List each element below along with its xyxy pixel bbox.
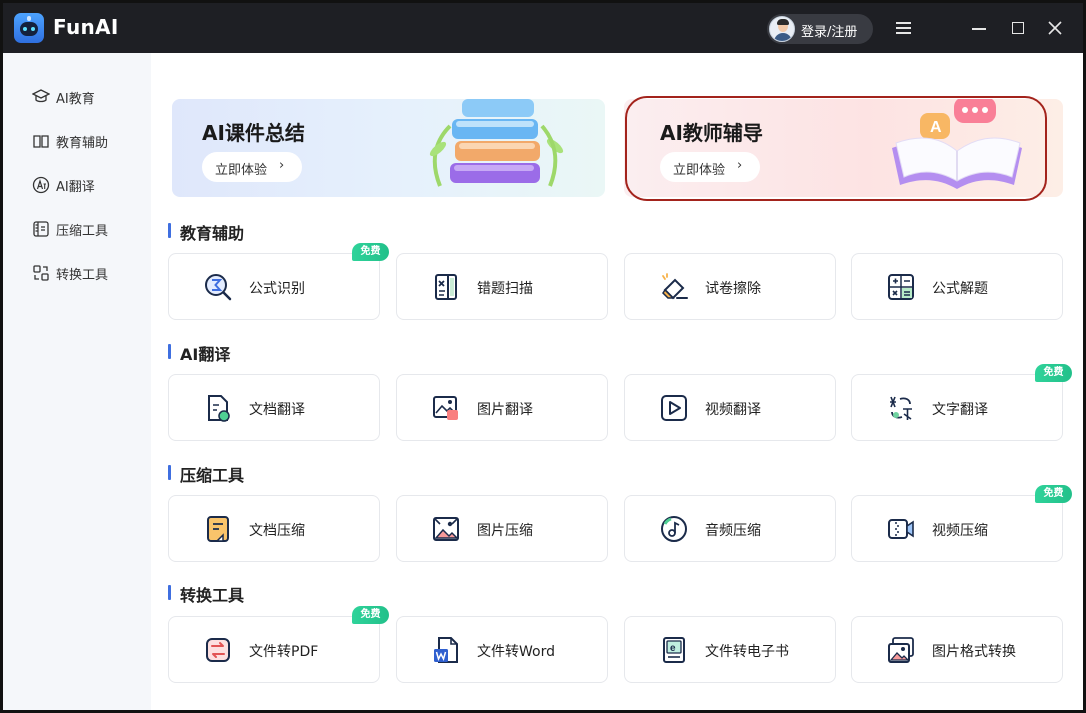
sidebar: AI教育 教育辅助 AI翻译 压缩工具 转换工具	[3, 53, 151, 710]
document-compress-icon	[207, 516, 229, 542]
sidebar-item-ai-education[interactable]: AI教育	[3, 82, 151, 112]
free-badge: 免费	[352, 243, 389, 261]
card-file-to-pdf[interactable]: 文件转PDF 免费	[168, 606, 389, 683]
user-avatar-icon	[769, 16, 795, 42]
card-image-compress[interactable]: 图片压缩	[396, 495, 608, 562]
free-badge: 免费	[1035, 485, 1072, 503]
card-label: 错题扫描	[477, 281, 533, 297]
convert-icon	[33, 265, 49, 281]
title-bar: FunAI 登录/注册	[3, 3, 1083, 53]
chevron-right-icon: ›	[737, 158, 743, 173]
app-window: FunAI 登录/注册 AI教育 教育辅助 AI翻译 压缩工具 转换工具 AI课…	[0, 0, 1086, 713]
sidebar-item-label: AI翻译	[56, 180, 95, 195]
open-book-icon	[33, 135, 49, 148]
card-label: 图片翻译	[477, 402, 533, 418]
word-doc-icon	[434, 637, 458, 663]
svg-text:A: A	[930, 119, 942, 136]
card-document-compress[interactable]: 文档压缩	[168, 495, 380, 562]
audio-note-icon	[661, 516, 687, 542]
chevron-right-icon: ›	[279, 158, 285, 173]
banner-courseware-summary[interactable]: AI课件总结 立即体验 ›	[172, 99, 605, 197]
video-camera-icon	[888, 519, 914, 539]
card-document-translate[interactable]: 文档翻译	[168, 374, 380, 441]
banner-ai-teacher[interactable]: AI教师辅导 立即体验 › A	[624, 99, 1063, 197]
card-video-translate[interactable]: 视频翻译	[624, 374, 836, 441]
menu-icon[interactable]	[893, 17, 915, 39]
robot-logo-icon	[14, 13, 44, 43]
card-file-to-word[interactable]: 文件转Word	[396, 616, 608, 683]
sidebar-item-label: 压缩工具	[56, 224, 109, 239]
card-video-compress[interactable]: 视频压缩 免费	[851, 485, 1072, 562]
video-play-icon	[661, 395, 687, 421]
notebook-x-icon	[435, 274, 457, 300]
card-formula-recognition[interactable]: 公式识别 免费	[168, 243, 389, 320]
sidebar-item-label: AI教育	[56, 92, 95, 107]
calculator-icon	[888, 274, 914, 300]
banner-title: AI课件总结	[202, 121, 305, 145]
sidebar-item-ai-translate[interactable]: AI翻译	[3, 170, 151, 200]
card-image-translate[interactable]: 图片翻译	[396, 374, 608, 441]
card-label: 公式识别	[249, 281, 305, 297]
card-label: 图片格式转换	[932, 644, 1016, 660]
card-label: 视频翻译	[705, 402, 761, 418]
book-stack-illustration-icon	[429, 99, 564, 187]
ebook-icon: e	[663, 637, 685, 663]
sidebar-item-label: 转换工具	[56, 268, 109, 283]
try-now-label: 立即体验	[215, 163, 268, 178]
card-label: 文件转电子书	[705, 644, 789, 660]
card-label: 文档翻译	[249, 402, 305, 418]
image-format-icon	[888, 637, 914, 663]
card-audio-compress[interactable]: 音频压缩	[624, 495, 836, 562]
sidebar-item-education-assist[interactable]: 教育辅助	[3, 126, 151, 156]
card-file-to-ebook[interactable]: e 文件转电子书	[624, 616, 836, 683]
login-button[interactable]: 登录/注册	[767, 14, 873, 44]
free-badge: 免费	[352, 606, 389, 624]
minimize-icon[interactable]	[968, 17, 990, 39]
card-label: 图片压缩	[477, 523, 533, 539]
translate-icon	[32, 176, 50, 194]
svg-text:e: e	[670, 643, 676, 654]
card-label: 音频压缩	[705, 523, 761, 539]
try-now-button[interactable]: 立即体验 ›	[202, 152, 302, 182]
image-translate-icon	[433, 396, 458, 420]
sidebar-item-label: 教育辅助	[56, 136, 109, 151]
card-label: 公式解题	[932, 281, 988, 297]
card-label: 文档压缩	[249, 523, 305, 539]
card-paper-erase[interactable]: 试卷擦除	[624, 253, 836, 320]
eraser-icon	[662, 273, 688, 300]
card-label: 文件转PDF	[249, 644, 319, 660]
graduation-cap-icon	[32, 89, 50, 103]
try-now-label: 立即体验	[673, 163, 726, 178]
file-convert-icon	[206, 638, 230, 662]
free-badge: 免费	[1035, 364, 1072, 382]
text-translate-icon	[890, 396, 912, 420]
card-image-format-convert[interactable]: 图片格式转换	[851, 616, 1063, 683]
close-icon[interactable]	[1044, 17, 1066, 39]
card-label: 文件转Word	[477, 644, 555, 660]
card-text-translate[interactable]: 文字翻译 免费	[851, 364, 1072, 441]
sidebar-item-convert-tools[interactable]: 转换工具	[3, 258, 151, 288]
banner-title: AI教师辅导	[660, 121, 763, 145]
card-label: 视频压缩	[932, 523, 988, 539]
maximize-icon[interactable]	[1007, 17, 1029, 39]
card-wrong-question-scan[interactable]: 错题扫描	[396, 253, 608, 320]
try-now-button[interactable]: 立即体验 ›	[660, 152, 760, 182]
image-compress-icon	[433, 517, 459, 541]
card-formula-solve[interactable]: 公式解题	[851, 253, 1063, 320]
login-label: 登录/注册	[801, 25, 858, 40]
card-label: 试卷擦除	[705, 281, 761, 297]
main-content: AI课件总结 立即体验 › AI教师辅导 立即体验 › A 教育辅助 公式识别 …	[151, 53, 1083, 710]
app-title: FunAI	[53, 15, 119, 39]
card-label: 文字翻译	[932, 402, 988, 418]
open-book-chat-illustration-icon: A	[892, 99, 1022, 189]
sigma-search-icon	[205, 274, 232, 301]
document-translate-icon	[208, 395, 230, 422]
sidebar-item-compress-tools[interactable]: 压缩工具	[3, 214, 151, 244]
archive-icon	[33, 221, 49, 237]
